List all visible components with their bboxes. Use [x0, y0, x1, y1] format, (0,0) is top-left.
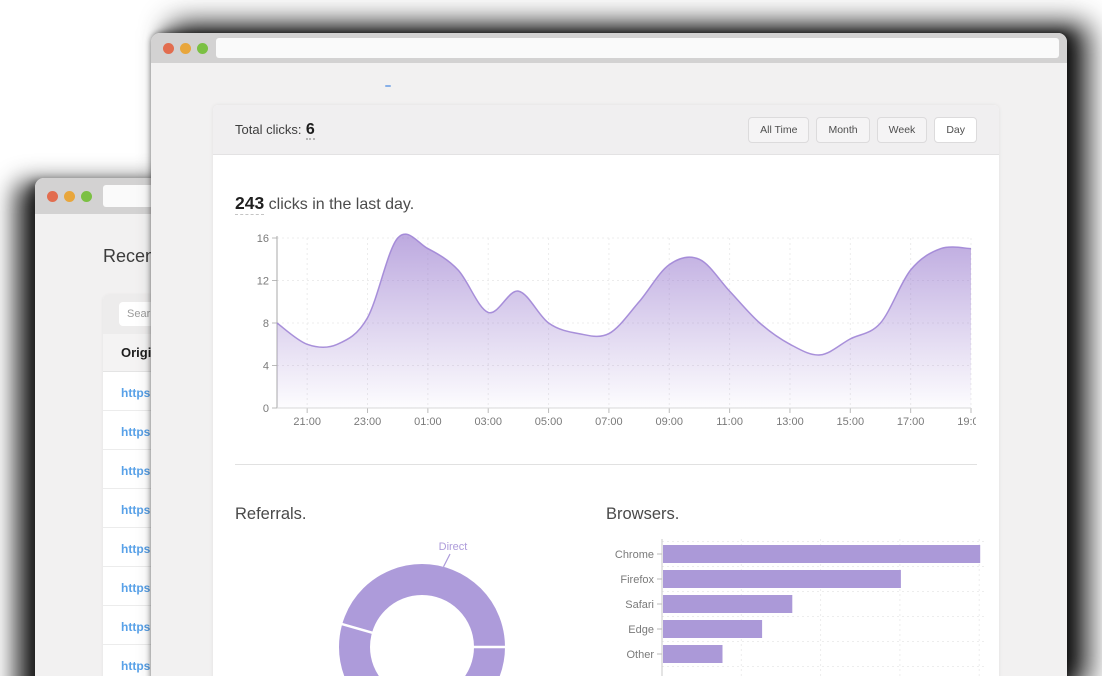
svg-text:Safari: Safari: [625, 599, 654, 611]
section-divider: [235, 464, 977, 465]
fg-window-titlebar: [151, 33, 1067, 63]
referrals-section: Referrals. Direct: [235, 501, 606, 676]
svg-text:23:00: 23:00: [354, 416, 382, 428]
svg-text:16: 16: [257, 233, 269, 245]
zoom-window-button[interactable]: [197, 43, 208, 54]
recent-links-heading: Recen: [103, 246, 156, 266]
svg-text:15:00: 15:00: [837, 416, 865, 428]
analytics-card-body: 243 clicks in the last day. 0 4 8 12 16 21:00…: [213, 193, 999, 676]
range-button-week[interactable]: Week: [876, 116, 928, 143]
browsers-section: Browsers. Chrome Firefox Safari Edge Other: [606, 501, 984, 676]
analytics-browser-window: Total clicks: 6 All Time Month Week Day 243…: [151, 33, 1067, 676]
total-clicks-label: Total clicks:: [235, 121, 302, 137]
minimize-window-button[interactable]: [64, 191, 75, 202]
svg-text:05:00: 05:00: [535, 416, 563, 428]
short-link-url[interactable]: https:: [121, 503, 154, 517]
svg-text:Firefox: Firefox: [620, 574, 654, 586]
range-button-all-time[interactable]: All Time: [748, 116, 810, 143]
svg-text:01:00: 01:00: [414, 416, 442, 428]
svg-text:0: 0: [263, 403, 269, 415]
short-link-url[interactable]: https:: [121, 659, 154, 673]
total-clicks: Total clicks: 6: [235, 120, 315, 140]
clicks-headline-text: clicks in the last day.: [264, 196, 415, 213]
svg-text:4: 4: [263, 361, 269, 373]
total-clicks-value: 6: [305, 120, 315, 140]
short-link-url[interactable]: https:: [121, 581, 154, 595]
address-bar[interactable]: [216, 38, 1059, 58]
referrals-donut-chart: Direct: [338, 541, 507, 676]
browsers-title: Browsers.: [606, 505, 680, 523]
minimize-window-button[interactable]: [180, 43, 191, 54]
short-link-url[interactable]: https:: [121, 386, 154, 400]
svg-text:21:00: 21:00: [293, 416, 321, 428]
svg-text:8: 8: [263, 318, 269, 330]
lower-sections: Referrals. Direct Browsers. Chrome Firefo…: [235, 501, 984, 676]
analytics-card: Total clicks: 6 All Time Month Week Day 243…: [213, 105, 999, 676]
svg-text:19:00: 19:00: [957, 416, 976, 428]
svg-text:12: 12: [257, 276, 269, 288]
svg-text:13:00: 13:00: [776, 416, 804, 428]
svg-text:Direct: Direct: [439, 541, 468, 553]
svg-text:03:00: 03:00: [474, 416, 502, 428]
referrals-title: Referrals.: [235, 505, 307, 523]
short-link-url[interactable]: https:: [121, 620, 154, 634]
time-range-button-group: All Time Month Week Day: [748, 116, 977, 143]
svg-text:17:00: 17:00: [897, 416, 925, 428]
svg-text:Chrome: Chrome: [615, 549, 654, 561]
clicks-count: 243: [235, 193, 265, 215]
svg-text:Edge: Edge: [628, 624, 654, 636]
analytics-card-header: Total clicks: 6 All Time Month Week Day: [213, 105, 999, 155]
browsers-bar-chart: Chrome Firefox Safari Edge Other: [615, 539, 984, 676]
page: Recen Origi https:https:https:https:http…: [0, 0, 1102, 676]
clicks-headline: 243 clicks in the last day.: [235, 193, 977, 215]
short-link-url[interactable]: https:: [121, 542, 154, 556]
range-button-month[interactable]: Month: [816, 116, 870, 143]
zoom-window-button[interactable]: [81, 191, 92, 202]
short-link-url[interactable]: https:: [121, 425, 154, 439]
short-link-url[interactable]: https:: [121, 464, 154, 478]
svg-text:Other: Other: [626, 649, 654, 661]
stray-cursor-artifact: [385, 85, 391, 87]
range-button-day[interactable]: Day: [934, 116, 977, 143]
svg-text:07:00: 07:00: [595, 416, 623, 428]
svg-text:09:00: 09:00: [655, 416, 683, 428]
close-window-button[interactable]: [47, 191, 58, 202]
clicks-area-chart: 0 4 8 12 16 21:00 23:00 01:00 03:00 05:00 07:00 09:…: [257, 233, 976, 428]
svg-text:11:00: 11:00: [716, 416, 743, 428]
close-window-button[interactable]: [163, 43, 174, 54]
